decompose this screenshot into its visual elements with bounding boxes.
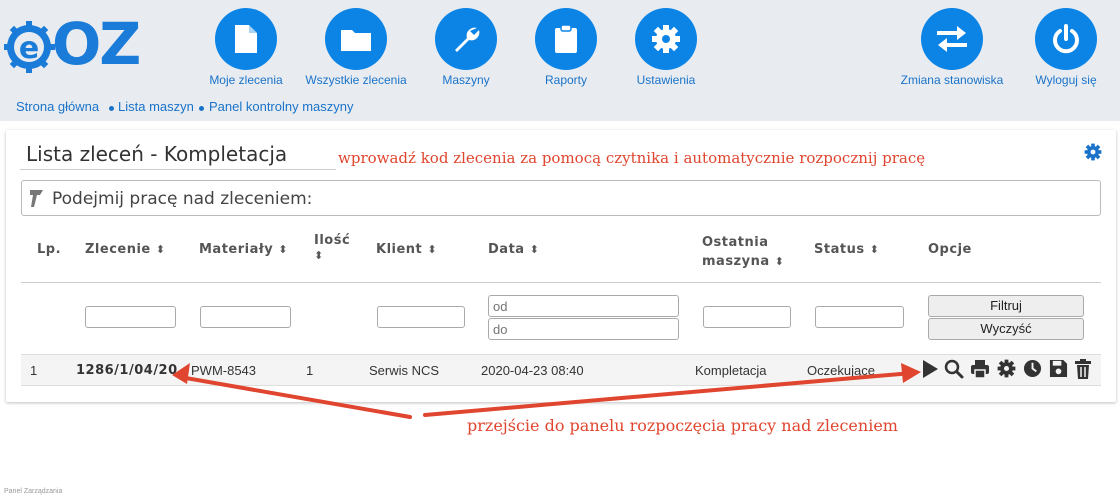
annotation-text: przejście do panelu rozpoczęcia pracy na…: [467, 416, 898, 435]
